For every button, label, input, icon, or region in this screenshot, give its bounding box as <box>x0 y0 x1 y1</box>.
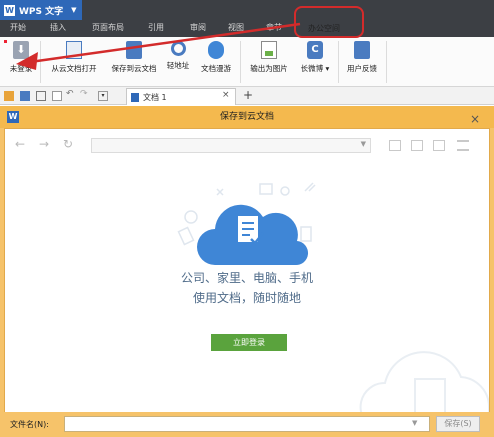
document-tab[interactable]: 文档 1 <box>126 88 236 105</box>
ribbon-toolbar: 未登录 从云文档打开 保存到云文档 轻地址 文档漫游 输出为图片 长微博 ▾ 用… <box>0 37 494 87</box>
list-view-icon[interactable] <box>457 140 469 151</box>
filename-input[interactable] <box>64 416 430 432</box>
tool-label: 长微博 <box>300 64 324 73</box>
cloud-open-icon <box>66 41 82 59</box>
long-weibo-button[interactable]: 长微博 ▾ <box>296 41 334 74</box>
close-tab-icon[interactable]: × <box>222 90 230 100</box>
print-preview-icon[interactable] <box>52 91 62 101</box>
forward-icon[interactable]: → <box>39 137 49 151</box>
tab-review[interactable]: 审阅 <box>190 22 206 33</box>
app-name: WPS 文字 <box>19 6 64 17</box>
login-status-button[interactable]: 未登录 <box>6 41 36 74</box>
open-from-cloud-button[interactable]: 从云文档打开 <box>44 41 104 74</box>
user-feedback-button[interactable]: 用户反馈 <box>342 41 382 74</box>
filename-bar: 文件名(N): ▼ 保存(S) <box>4 412 490 437</box>
image-export-icon <box>261 41 277 59</box>
save-icon[interactable] <box>20 91 30 101</box>
promo-line-2: 使用文档，随时随地 <box>192 291 301 305</box>
dialog-title-bar: W 保存到云文档 × <box>0 106 494 128</box>
tab-insert[interactable]: 插入 <box>50 22 66 33</box>
wps-logo-icon: W <box>7 111 19 123</box>
tab-page-layout[interactable]: 页面布局 <box>92 22 124 33</box>
tool-label: 从云文档打开 <box>51 64 97 73</box>
browser-nav-bar: ← → ↻ ▼ <box>5 135 489 155</box>
document-icon <box>131 93 139 102</box>
promo-line-1: 公司、家里、电脑、手机 <box>180 271 313 285</box>
weibo-icon <box>307 41 323 59</box>
customize-dropdown-icon[interactable]: ▾ <box>98 91 108 101</box>
save-to-cloud-dialog: W 保存到云文档 × ← → ↻ ▼ 公司、家里、电脑、手机 使用文档，随时随地… <box>0 106 494 437</box>
roaming-icon <box>208 41 224 59</box>
toolbar-divider <box>40 41 41 83</box>
toolbar-divider <box>386 41 387 83</box>
toolbar-divider <box>240 41 241 83</box>
document-tab-label: 文档 1 <box>143 93 167 102</box>
open-folder-icon[interactable] <box>4 91 14 101</box>
home-icon[interactable] <box>389 140 401 151</box>
download-icon <box>13 41 29 59</box>
save-button[interactable]: 保存(S) <box>436 416 480 432</box>
tab-references[interactable]: 引用 <box>148 22 164 33</box>
new-tab-button[interactable]: + <box>243 88 253 102</box>
doc-roaming-button[interactable]: 文档漫游 <box>196 41 236 74</box>
back-icon[interactable]: ← <box>15 137 25 151</box>
chevron-down-icon[interactable]: ▼ <box>361 140 366 148</box>
ribbon-tabs: 开始 插入 页面布局 引用 审阅 视图 章节 办公空间 <box>0 20 494 56</box>
print-icon[interactable] <box>36 91 46 101</box>
cloud-save-icon <box>126 41 142 59</box>
close-icon[interactable]: × <box>470 108 480 130</box>
filename-label: 文件名(N): <box>10 420 49 429</box>
login-now-button[interactable]: 立即登录 <box>211 334 287 351</box>
dialog-title: 保存到云文档 <box>219 112 274 122</box>
chevron-down-icon[interactable]: ▼ <box>412 419 417 427</box>
upload-icon[interactable] <box>411 140 423 151</box>
address-bar[interactable]: ▼ <box>91 138 371 153</box>
cloud-illustration <box>177 182 316 266</box>
tab-home[interactable]: 开始 <box>10 22 26 33</box>
undo-icon[interactable]: ↶ <box>66 89 76 99</box>
link-icon <box>170 41 186 56</box>
toolbar-divider <box>338 41 339 83</box>
tool-label: 轻地址 <box>166 61 190 70</box>
tool-label: 未登录 <box>9 64 33 73</box>
title-bar: W WPS 文字 ▼ <box>0 0 494 20</box>
chevron-down-icon: ▾ <box>323 64 330 73</box>
app-menu-button[interactable]: W WPS 文字 ▼ <box>0 0 82 20</box>
chevron-down-icon: ▼ <box>71 6 77 14</box>
add-icon[interactable] <box>433 140 445 151</box>
tab-view[interactable]: 视图 <box>228 22 244 33</box>
wps-logo-icon: W <box>4 4 15 16</box>
dialog-body: ← → ↻ ▼ 公司、家里、电脑、手机 使用文档，随时随地 立即登录 <box>4 128 490 433</box>
export-image-button[interactable]: 输出为图片 <box>246 41 292 74</box>
tool-label: 用户反馈 <box>347 64 377 73</box>
tool-label: 输出为图片 <box>250 64 288 73</box>
tool-label: 保存到云文档 <box>111 64 157 73</box>
feedback-icon <box>354 41 370 59</box>
refresh-icon[interactable]: ↻ <box>63 137 73 151</box>
quick-access-bar: ↶ ↷ ▾ 文档 1 × + <box>0 87 494 105</box>
tab-sections[interactable]: 章节 <box>266 22 282 33</box>
annotation-highlight-box <box>294 6 364 38</box>
save-to-cloud-button[interactable]: 保存到云文档 <box>106 41 162 74</box>
short-link-button[interactable]: 轻地址 <box>164 41 192 71</box>
redo-icon[interactable]: ↷ <box>80 89 90 99</box>
tool-label: 文档漫游 <box>201 64 231 73</box>
notification-dot <box>4 40 7 43</box>
